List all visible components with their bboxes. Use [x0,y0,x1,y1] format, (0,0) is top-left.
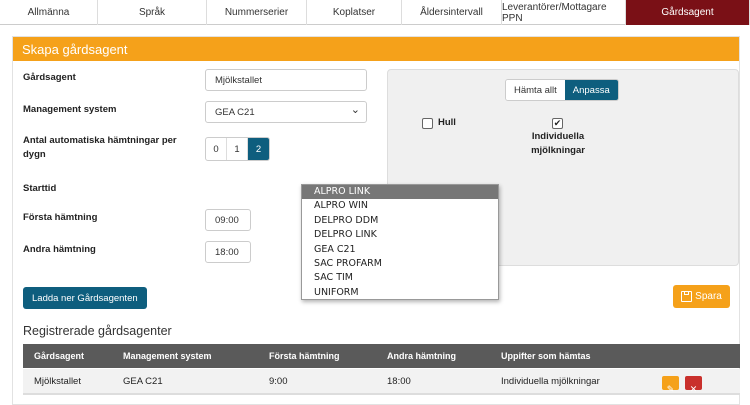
column-header-management: Management system [123,351,212,361]
tab-bar: Allmänna Språk Nummerserier Koplatser Ål… [0,0,750,25]
dropdown-option-delpro-link[interactable]: DELPRO LINK [302,228,498,242]
tab-gardsagent[interactable]: Gårdsagent [626,0,750,25]
auto-fetch-label-line1: Antal automatiska hämtningar per [23,135,177,146]
management-system-dropdown-list: ALPRO LINK ALPRO WIN DELPRO DDM DELPRO L… [301,184,499,300]
dropdown-option-delpro-ddm[interactable]: DELPRO DDM [302,214,498,228]
panel-title: Skapa gårdsagent [13,37,739,61]
customize-button[interactable]: Anpassa [564,80,618,100]
column-header-second-fetch: Andra hämtning [387,351,456,361]
management-label: Management system [23,104,117,115]
cell-management: GEA C21 [123,376,163,387]
tab-allmanna[interactable]: Allmänna [0,0,98,25]
table-row: Mjölkstallet GEA C21 9:00 18:00 Individu… [23,369,740,395]
dropdown-option-uniform[interactable]: UNIFORM [302,286,498,300]
tab-koplatser[interactable]: Koplatser [307,0,402,25]
download-agent-button[interactable]: Ladda ner Gårdsagenten [23,287,147,309]
tab-nummerserier[interactable]: Nummerserier [207,0,307,25]
save-button[interactable]: Spara [673,285,730,308]
cell-tasks: Individuella mjölkningar [501,376,600,387]
auto-fetch-label: Antal automatiska hämtningar per dygn [23,134,177,162]
tab-leverantorer[interactable]: Leverantörer/Mottagare PPN [502,0,626,25]
dropdown-option-sac-tim[interactable]: SAC TIM [302,271,498,285]
auto-fetch-option-0[interactable]: 0 [206,138,227,160]
column-header-agent: Gårdsagent [34,351,85,361]
auto-fetch-label-line2: dygn [23,149,46,160]
first-fetch-time-input[interactable]: 09:00 [205,209,251,231]
save-icon [681,291,693,302]
agent-label: Gårdsagent [23,72,76,83]
starttid-label: Starttid [23,183,57,194]
dropdown-option-gea-c21[interactable]: GEA C21 [302,243,498,257]
auto-fetch-option-1[interactable]: 1 [227,138,248,160]
edit-button[interactable]: ✎ [662,376,679,394]
dropdown-option-sac-profarm[interactable]: SAC PROFARM [302,257,498,271]
column-header-first-fetch: Första hämtning [269,351,340,361]
individual-label-line2: mjölkningar [531,145,585,156]
management-system-select[interactable]: GEA C21 [205,101,367,123]
management-select-value: GEA C21 [215,106,255,118]
column-header-tasks: Uppifter som hämtas [501,351,591,361]
tab-aldersintervall[interactable]: Åldersintervall [402,0,502,25]
individual-label-line1: Individuella [531,131,585,142]
cell-second-fetch: 18:00 [387,376,411,387]
close-icon: ✕ [689,384,698,394]
auto-fetch-count-group: 0 1 2 [205,137,270,161]
first-fetch-label: Första hämtning [23,212,98,223]
check-icon: ✔ [553,118,562,128]
pencil-icon: ✎ [666,384,675,394]
cell-agent: Mjölkstallet [34,376,81,387]
dropdown-option-alpro-link[interactable]: ALPRO LINK [302,185,498,200]
fetch-mode-toggle: Hämta allt Anpassa [505,79,619,101]
second-fetch-label: Andra hämtning [23,244,96,255]
individual-milkings-label: Individuella mjölkningar [518,130,598,158]
second-fetch-time-input[interactable]: 18:00 [205,241,251,263]
dropdown-option-alpro-win[interactable]: ALPRO WIN [302,199,498,213]
fetch-all-button[interactable]: Hämta allt [506,80,565,100]
table-header: Gårdsagent Management system Första hämt… [23,344,740,368]
individual-milkings-checkbox[interactable]: ✔ [552,118,563,129]
auto-fetch-option-2[interactable]: 2 [248,138,269,160]
save-label: Spara [695,291,722,302]
cell-first-fetch: 9:00 [269,376,288,387]
registered-agents-title: Registrerade gårdsagenter [23,324,172,338]
hull-checkbox[interactable] [422,118,433,129]
hull-label: Hull [438,117,456,128]
delete-button[interactable]: ✕ [685,376,702,394]
agent-name-input[interactable]: Mjölkstallet [205,69,367,91]
tab-sprak[interactable]: Språk [98,0,207,25]
